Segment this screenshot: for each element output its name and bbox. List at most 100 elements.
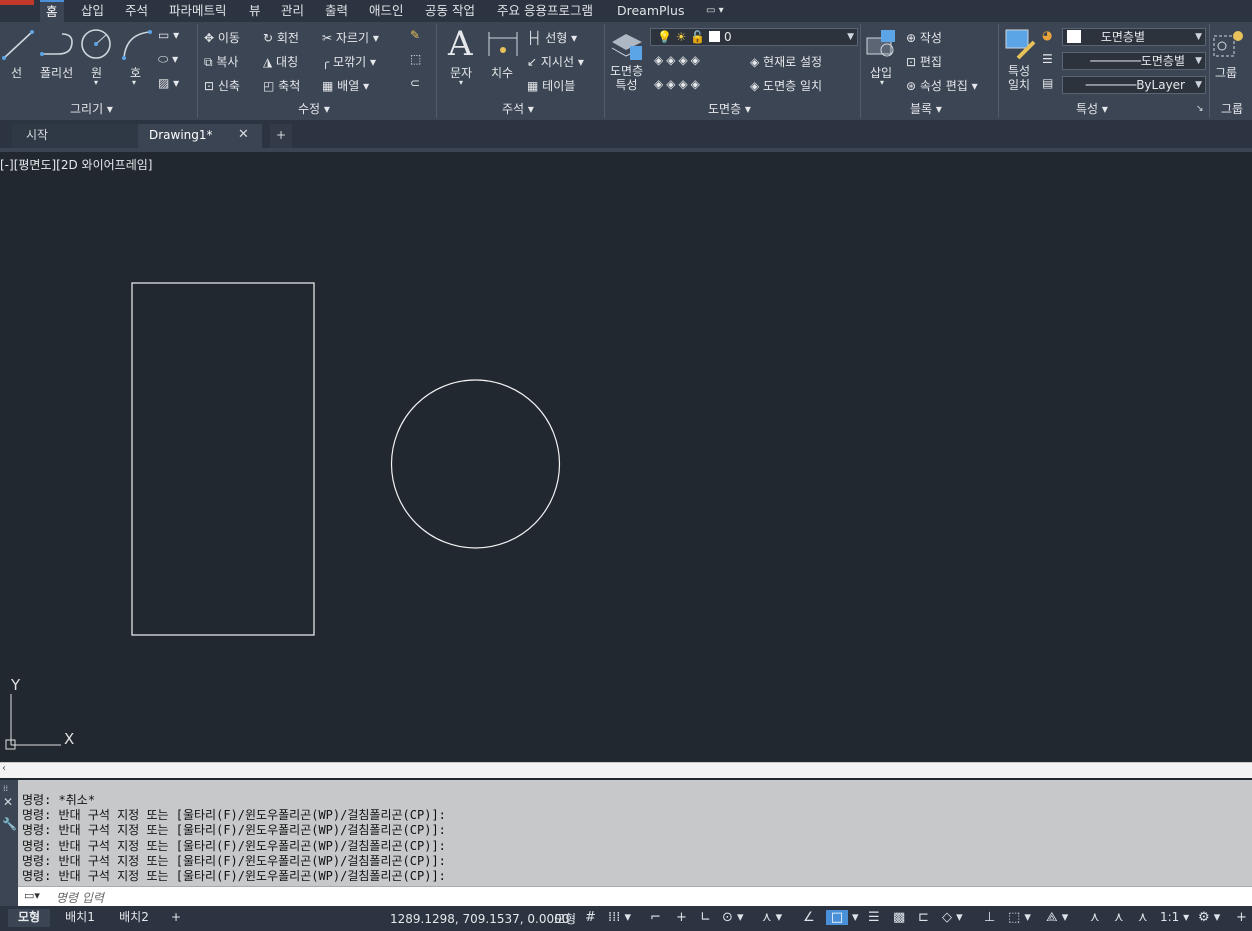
tab-model[interactable]: 모형 bbox=[8, 909, 50, 927]
command-line-handle[interactable]: ⁞⁞ ✕ 🔧 bbox=[0, 780, 18, 906]
ortho-icon[interactable]: ∟ bbox=[700, 910, 711, 925]
transparency-icon[interactable]: ▩ bbox=[893, 910, 905, 925]
annotation-visibility-icon[interactable]: ⋏ bbox=[1090, 910, 1100, 925]
trim-button[interactable]: ✂ 자르기 ▾ bbox=[322, 29, 379, 46]
match-properties-icon[interactable] bbox=[1004, 28, 1038, 62]
rectangle-icon[interactable]: ▭ ▾ bbox=[158, 28, 179, 42]
annotation-scale-icon[interactable]: ⋏ bbox=[1138, 910, 1148, 925]
drawing-geometry[interactable]: Y X bbox=[0, 152, 1252, 762]
rectangle-shape[interactable] bbox=[131, 282, 315, 636]
arc-dropdown[interactable]: ▾ bbox=[132, 78, 136, 87]
tab-layout1[interactable]: 배치1 bbox=[56, 909, 104, 927]
hatch-icon[interactable]: ▨ ▾ bbox=[158, 76, 179, 90]
array-button[interactable]: ▦ 배열 ▾ bbox=[322, 77, 369, 94]
command-prompt-icon[interactable]: ▭▾ bbox=[24, 889, 40, 902]
leader-button[interactable]: ↙ 지시선 ▾ bbox=[527, 53, 584, 70]
menu-home[interactable]: 홈 bbox=[40, 0, 64, 22]
table-button[interactable]: ▦ 테이블 bbox=[527, 77, 575, 94]
offset-icon[interactable]: ⊂ bbox=[410, 76, 420, 90]
dimension-label[interactable]: 치수 bbox=[491, 64, 513, 81]
close-icon[interactable]: ✕ bbox=[3, 795, 13, 809]
menu-addins[interactable]: 애드인 bbox=[369, 0, 404, 22]
infer-constraints-icon[interactable]: ⌐ bbox=[650, 910, 661, 925]
layer-tools-row2[interactable]: ◈◈◈◈ bbox=[654, 77, 703, 91]
app-button[interactable] bbox=[0, 0, 34, 5]
wrench-icon[interactable]: 🔧 bbox=[2, 817, 17, 831]
plus-icon[interactable]: + bbox=[1236, 910, 1247, 925]
dynamic-input-icon[interactable]: + bbox=[676, 910, 687, 925]
edit-attribute-button[interactable]: ⊛ 속성 편집 ▾ bbox=[906, 77, 978, 94]
move-button[interactable]: ✥ 이동 bbox=[204, 29, 240, 46]
circle-shape[interactable] bbox=[390, 379, 561, 549]
circle-dropdown[interactable]: ▾ bbox=[94, 78, 98, 87]
model-space-button[interactable]: 모형 bbox=[554, 910, 576, 927]
grid-icon[interactable]: # bbox=[585, 910, 596, 925]
polar-icon[interactable]: ⊙ ▾ bbox=[722, 910, 744, 925]
menu-parametric[interactable]: 파라메트릭 bbox=[169, 0, 227, 22]
linear-dim-button[interactable]: ├┤ 선형 ▾ bbox=[527, 29, 577, 46]
close-icon[interactable]: ✕ bbox=[238, 124, 249, 148]
snap-icon[interactable]: ⁞⁞⁞ ▾ bbox=[608, 910, 631, 925]
properties-panel-title[interactable]: 특성 ▾ bbox=[1076, 100, 1108, 117]
scale-button[interactable]: ◰ 축척 bbox=[263, 77, 300, 94]
line-label[interactable]: 선 bbox=[11, 64, 22, 81]
3d-osnap-icon[interactable]: ◇ ▾ bbox=[942, 910, 963, 925]
command-input[interactable]: ▭▾ 명령 입력 bbox=[18, 886, 1252, 906]
circle-icon[interactable] bbox=[80, 28, 114, 62]
scroll-left-icon[interactable]: ‹ bbox=[2, 763, 6, 774]
layer-properties-icon[interactable] bbox=[610, 28, 644, 62]
arc-icon[interactable] bbox=[120, 28, 154, 62]
dimension-icon[interactable] bbox=[486, 28, 520, 62]
polyline-icon[interactable] bbox=[40, 30, 76, 60]
match-layer-button[interactable]: ◈ 도면층 일치 bbox=[750, 77, 822, 94]
linetype-dropdown[interactable]: ───────도면층별 ▼ bbox=[1062, 52, 1206, 70]
isodraft-icon[interactable]: ⋏ ▾ bbox=[762, 910, 782, 925]
mirror-button[interactable]: ◮ 대칭 bbox=[263, 53, 298, 70]
annotation-scale-dropdown[interactable]: 1:1 ▾ bbox=[1160, 910, 1189, 924]
lineweight-dropdown[interactable]: ───────ByLayer ▼ bbox=[1062, 76, 1206, 94]
chevron-down-icon[interactable]: ▾ bbox=[852, 910, 859, 925]
text-icon[interactable]: A bbox=[448, 24, 473, 64]
insert-dropdown[interactable]: ▾ bbox=[880, 78, 884, 87]
menu-annotate[interactable]: 주석 bbox=[125, 0, 148, 22]
menu-dreamplus[interactable]: DreamPlus bbox=[617, 0, 684, 22]
dynamic-ucs-icon[interactable]: ⊥ bbox=[984, 910, 995, 925]
explode-icon[interactable]: ⬚ bbox=[410, 52, 421, 66]
layers-panel-title[interactable]: 도면층 ▾ bbox=[708, 100, 751, 117]
block-panel-title[interactable]: 블록 ▾ bbox=[910, 100, 942, 117]
menu-collaborate[interactable]: 공동 작업 bbox=[425, 0, 475, 22]
lineweight-display-icon[interactable]: ☰ bbox=[868, 910, 880, 925]
lineweight-icon[interactable]: ▤ bbox=[1042, 76, 1053, 90]
erase-icon[interactable]: ✎ bbox=[410, 28, 420, 42]
annotation-panel-title[interactable]: 주석 ▾ bbox=[502, 100, 534, 117]
selection-cycling-icon[interactable]: ⊏ bbox=[918, 910, 929, 925]
make-current-button[interactable]: ◈ 현재로 설정 bbox=[750, 53, 822, 70]
tab-layout2[interactable]: 배치2 bbox=[110, 909, 158, 927]
create-block-button[interactable]: ⊕ 작성 bbox=[906, 29, 942, 46]
layer-properties-label[interactable]: 도면층 특성 bbox=[610, 64, 643, 92]
fillet-button[interactable]: ╭ 모깎기 ▾ bbox=[322, 53, 376, 70]
add-layout-button[interactable]: + bbox=[166, 909, 186, 927]
object-snap-icon[interactable]: □ bbox=[826, 910, 848, 925]
gear-icon[interactable]: ⚙ ▾ bbox=[1198, 910, 1220, 925]
match-properties-label[interactable]: 특성 일치 bbox=[1008, 64, 1030, 92]
new-tab-button[interactable]: + bbox=[270, 124, 292, 148]
copy-button[interactable]: ⧉ 복사 bbox=[204, 53, 238, 70]
menu-output[interactable]: 출력 bbox=[325, 0, 348, 22]
color-wheel-icon[interactable]: ◕ bbox=[1042, 28, 1052, 42]
edit-block-button[interactable]: ⊡ 편집 bbox=[906, 53, 942, 70]
horizontal-scrollbar[interactable]: ‹ bbox=[0, 762, 1252, 778]
text-dropdown[interactable]: ▾ bbox=[459, 78, 463, 87]
insert-block-icon[interactable] bbox=[865, 28, 899, 62]
tab-start[interactable]: 시작 bbox=[12, 124, 138, 148]
color-dropdown[interactable]: 도면층별 ▼ bbox=[1062, 28, 1206, 46]
ellipse-icon[interactable]: ⬭ ▾ bbox=[158, 52, 178, 67]
line-icon[interactable] bbox=[2, 28, 36, 62]
stretch-button[interactable]: ⊡ 신축 bbox=[204, 77, 240, 94]
group-label[interactable]: 그룹 bbox=[1215, 64, 1237, 81]
menu-manage[interactable]: 관리 bbox=[281, 0, 304, 22]
menu-insert[interactable]: 삽입 bbox=[81, 0, 104, 22]
rotate-button[interactable]: ↻ 회전 bbox=[263, 29, 299, 46]
layer-dropdown[interactable]: 💡 ☀ 🔓 0 ▼ bbox=[650, 28, 858, 46]
group-icon[interactable] bbox=[1212, 28, 1246, 62]
